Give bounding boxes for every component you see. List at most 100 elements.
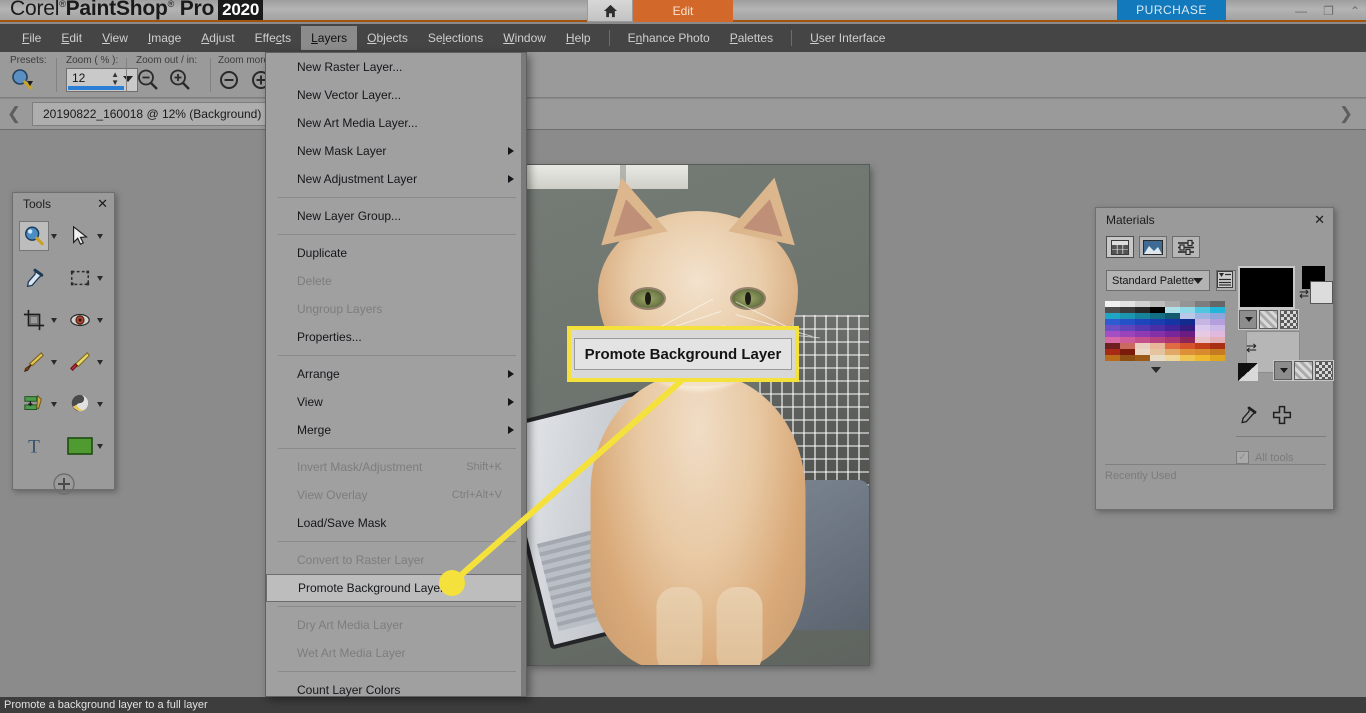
menu-item-count-layer-colors[interactable]: Count Layer Colors	[266, 676, 526, 704]
chevron-right-icon[interactable]: ❯	[1332, 104, 1360, 124]
chevron-down-icon[interactable]	[96, 317, 103, 323]
menu-edit[interactable]: Edit	[51, 26, 92, 50]
chevron-down-icon[interactable]	[96, 275, 103, 281]
eyedropper-icon[interactable]	[1238, 405, 1258, 425]
background-transparent-style-button[interactable]	[1314, 361, 1333, 380]
all-tools-row[interactable]: ✓ All tools	[1236, 451, 1294, 464]
text-tool[interactable]: T	[19, 429, 63, 463]
close-icon[interactable]: ✕	[1314, 212, 1325, 228]
chevron-down-icon[interactable]	[51, 317, 57, 323]
image-canvas[interactable]	[527, 165, 869, 665]
foreground-color-style-button[interactable]	[1239, 310, 1258, 329]
swatches-tab[interactable]	[1106, 236, 1134, 258]
palette-menu-button[interactable]	[1216, 270, 1236, 291]
menu-item-new-layer-group[interactable]: New Layer Group...	[266, 202, 526, 230]
menu-item-new-adjustment-layer[interactable]: New Adjustment Layer	[266, 165, 526, 193]
menu-item-new-raster-layer[interactable]: New Raster Layer...	[266, 53, 526, 81]
menu-item-duplicate[interactable]: Duplicate	[266, 239, 526, 267]
foreground-transparent-style-button[interactable]	[1279, 310, 1298, 329]
chevron-down-icon[interactable]	[51, 401, 57, 407]
zoom-spinner-icon[interactable]: ▲ ▼	[111, 71, 119, 87]
menu-item-new-vector-layer[interactable]: New Vector Layer...	[266, 81, 526, 109]
swap-arrows-icon[interactable]: ⇄	[1246, 340, 1257, 356]
menu-item-new-art-media-layer[interactable]: New Art Media Layer...	[266, 109, 526, 137]
purchase-button[interactable]: PURCHASE	[1117, 0, 1226, 20]
menu-selections[interactable]: Selections	[418, 26, 493, 50]
menu-item-merge[interactable]: Merge	[266, 416, 526, 444]
palette-select[interactable]: Standard Palette	[1106, 270, 1210, 291]
color-swatch[interactable]	[1180, 355, 1195, 361]
color-swatch-grid[interactable]	[1105, 301, 1225, 361]
color-swatch[interactable]	[1105, 355, 1120, 361]
shape-tool[interactable]	[65, 429, 109, 463]
rainbow-tab[interactable]	[1139, 236, 1167, 258]
tools-more-button[interactable]	[13, 471, 114, 497]
all-tools-checkbox[interactable]: ✓	[1236, 451, 1249, 464]
menu-item-new-mask-layer[interactable]: New Mask Layer	[266, 137, 526, 165]
restore-icon[interactable]: ❐	[1323, 5, 1334, 17]
zoom-tool[interactable]	[19, 219, 63, 253]
menu-item-arrange[interactable]: Arrange	[266, 360, 526, 388]
color-swatch[interactable]	[1210, 355, 1225, 361]
chevron-left-icon[interactable]: ❮	[0, 104, 28, 124]
background-gradient-style-button[interactable]	[1294, 361, 1313, 380]
zoom-out-more-icon[interactable]	[218, 68, 244, 94]
zoom-preset-icon[interactable]	[10, 68, 36, 94]
zoom-input[interactable]: 12 ▲ ▼	[66, 68, 138, 92]
menu-item-load-save-mask[interactable]: Load/Save Mask	[266, 509, 526, 537]
zoom-slider-bar[interactable]	[68, 86, 124, 90]
menu-file[interactable]: File	[12, 26, 51, 50]
menu-palettes[interactable]: Palettes	[720, 26, 783, 50]
crop-tool[interactable]	[19, 303, 63, 337]
menu-enhance-photo[interactable]: Enhance Photo	[618, 26, 720, 50]
home-button[interactable]	[587, 0, 633, 22]
chevron-down-icon[interactable]	[96, 443, 103, 449]
red-eye-tool[interactable]	[65, 303, 109, 337]
black-white-reset-icon[interactable]	[1238, 363, 1258, 381]
zoom-out-icon[interactable]	[136, 68, 162, 94]
menu-scrollbar[interactable]	[521, 53, 526, 696]
menu-window[interactable]: Window	[493, 26, 556, 50]
menu-effects[interactable]: Effects	[245, 26, 301, 50]
color-swatch[interactable]	[1150, 355, 1165, 361]
chevron-down-icon[interactable]	[96, 359, 103, 365]
menu-view[interactable]: View	[92, 26, 138, 50]
color-swatch[interactable]	[1195, 355, 1210, 361]
zoom-in-icon[interactable]	[168, 68, 194, 94]
swap-arrows-icon[interactable]: ⇄	[1299, 287, 1309, 301]
close-icon[interactable]: ✕	[97, 196, 108, 212]
paint-brush-tool[interactable]	[19, 345, 63, 379]
swatch-expand-icon[interactable]	[1151, 367, 1161, 373]
menu-objects[interactable]: Objects	[357, 26, 418, 50]
smudge-tool[interactable]	[65, 387, 109, 421]
zoom-dropdown-icon[interactable]	[123, 76, 133, 82]
chevron-up-icon[interactable]: ⌃	[1350, 5, 1360, 17]
document-tab[interactable]: 20190822_160018 @ 12% (Background) ✕	[32, 102, 292, 126]
menu-adjust[interactable]: Adjust	[191, 26, 244, 50]
eraser-tool[interactable]	[65, 345, 109, 379]
foreground-gradient-style-button[interactable]	[1259, 310, 1278, 329]
color-swatch[interactable]	[1135, 355, 1150, 361]
menu-item-view[interactable]: View	[266, 388, 526, 416]
pick-tool[interactable]	[65, 219, 109, 253]
dropper-tool[interactable]	[19, 261, 63, 295]
background-color-style-button[interactable]	[1274, 361, 1293, 380]
selection-tool[interactable]	[65, 261, 109, 295]
menu-help[interactable]: Help	[556, 26, 601, 50]
menu-item-properties[interactable]: Properties...	[266, 323, 526, 351]
color-swatch[interactable]	[1165, 355, 1180, 361]
chevron-down-icon[interactable]	[51, 359, 57, 365]
foreground-material-box[interactable]	[1238, 266, 1295, 309]
plus-icon[interactable]	[1272, 405, 1292, 425]
edit-tab[interactable]: Edit	[633, 0, 733, 22]
background-color-chip[interactable]	[1310, 281, 1333, 304]
menu-image[interactable]: Image	[138, 26, 191, 50]
minimize-icon[interactable]: —	[1295, 5, 1307, 17]
chevron-down-icon[interactable]	[51, 233, 57, 239]
hsl-tab[interactable]	[1172, 236, 1200, 258]
menu-layers[interactable]: Layers	[301, 26, 358, 50]
menu-item-promote-background-layer[interactable]: Promote Background Layer	[266, 574, 526, 602]
menu-user-interface[interactable]: User Interface	[800, 26, 895, 50]
clone-tool[interactable]	[19, 387, 63, 421]
chevron-down-icon[interactable]	[96, 401, 103, 407]
